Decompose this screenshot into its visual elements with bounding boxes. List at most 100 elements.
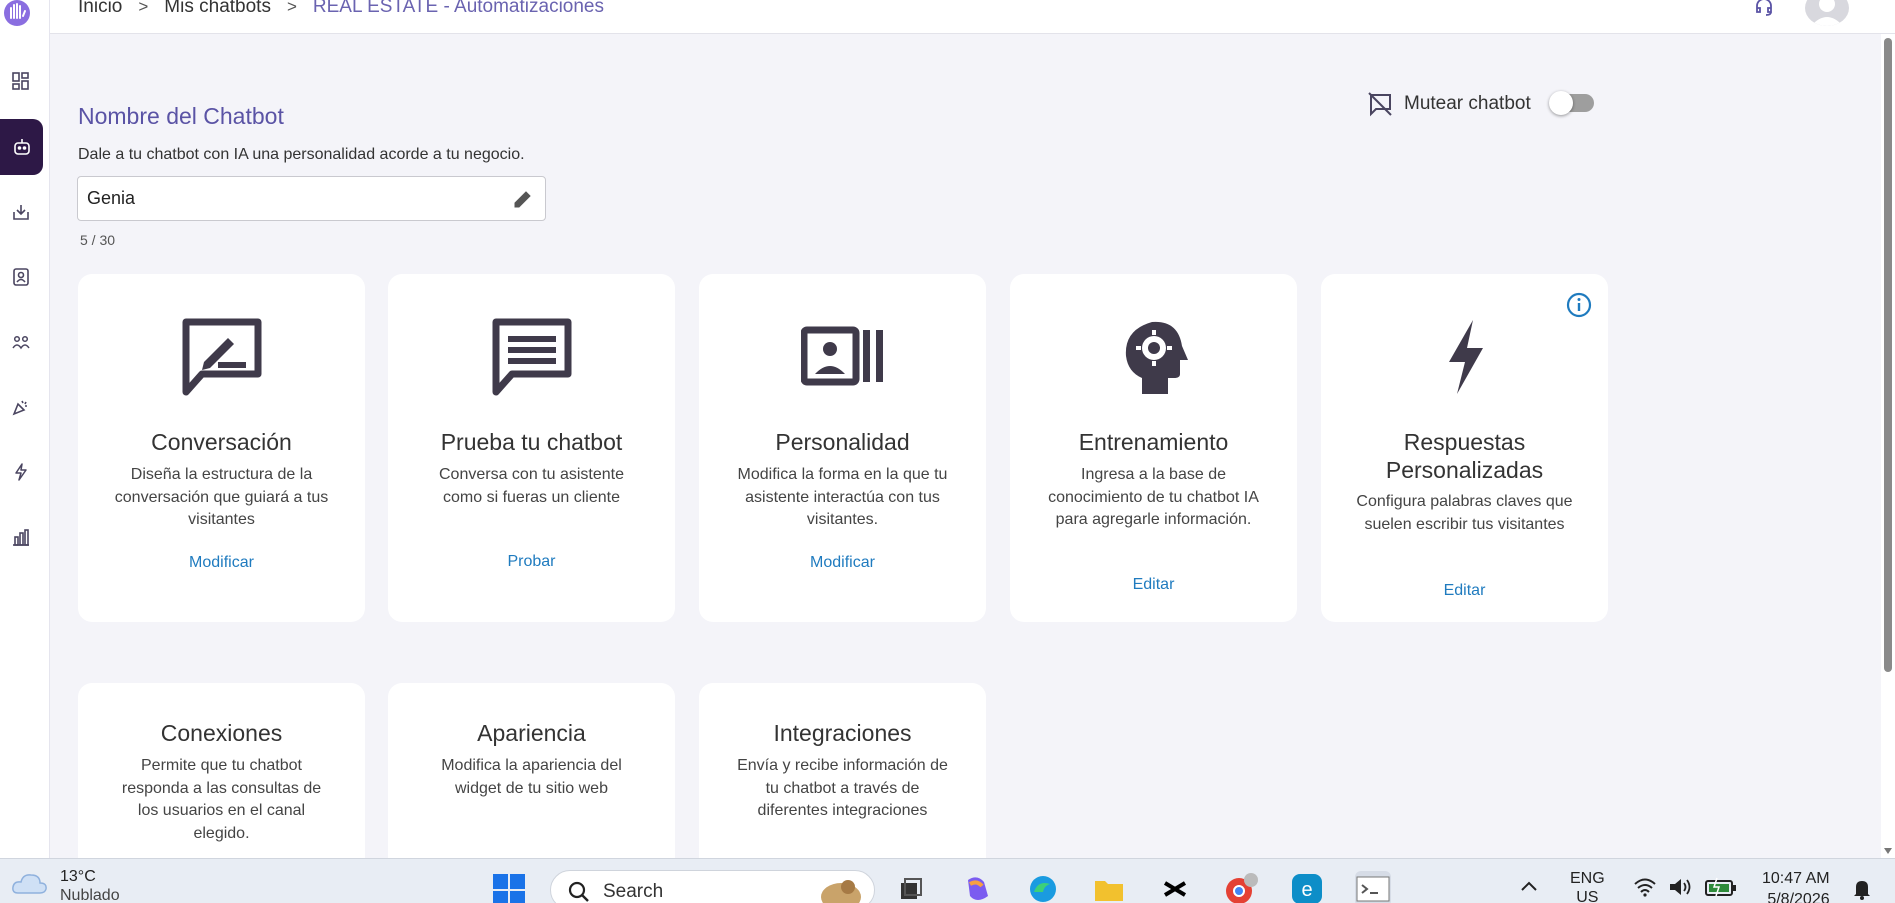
card-entrenamiento[interactable]: Entrenamiento Ingresa a la base de conoc… (1010, 274, 1297, 622)
chat-edit-icon (182, 318, 261, 396)
card-title: Conversación (151, 429, 292, 455)
edit-custom-responses-link[interactable]: Editar (1321, 582, 1608, 600)
card-personalidad[interactable]: Personalidad Modifica la forma en la que… (699, 274, 986, 622)
card-description: Modifica la forma en la que tu asistente… (737, 466, 948, 528)
char-counter: 5 / 30 (80, 232, 116, 248)
dashboard-icon (12, 72, 29, 90)
robot-icon (13, 139, 30, 155)
card-prueba-chatbot[interactable]: Prueba tu chatbot Conversa con tu asiste… (388, 274, 675, 622)
modify-personality-link[interactable]: Modificar (699, 554, 986, 572)
user-avatar[interactable] (1805, 0, 1849, 26)
card-title: Integraciones (773, 720, 912, 746)
chrome-profile-icon[interactable] (1223, 871, 1259, 903)
top-header: Inicio > Mis chatbots > REAL ESTATE - Au… (50, 0, 1895, 34)
card-respuestas-personalizadas[interactable]: Respuestas Personalizadas Configura pala… (1321, 274, 1608, 622)
card-description: Ingresa a la base de conocimiento de tu … (1048, 466, 1259, 528)
weather-widget[interactable]: 13°C Nublado (10, 867, 120, 903)
card-description: Conversa con tu asistente como si fueras… (439, 466, 624, 506)
wifi-icon[interactable] (1633, 877, 1657, 897)
card-description: Diseña la estructura de la conversación … (114, 466, 329, 528)
sidebar-item-inbox[interactable] (0, 184, 42, 240)
breadcrumb-my-chatbots[interactable]: Mis chatbots (164, 0, 271, 18)
weather-condition: Nublado (60, 887, 120, 903)
pencil-edit-icon[interactable] (511, 187, 535, 211)
notification-bell-icon[interactable] (1852, 878, 1872, 900)
card-description: Configura palabras claves que suelen esc… (1356, 493, 1573, 533)
input-language[interactable]: ENG US (1570, 869, 1605, 903)
taskbar-search[interactable]: Search (550, 870, 875, 903)
mute-toggle[interactable] (1549, 91, 1594, 115)
terminal-app-icon[interactable] (1355, 871, 1391, 903)
chatbot-name-input[interactable] (87, 188, 487, 209)
volume-icon[interactable] (1668, 877, 1694, 897)
page-subtitle: Dale a tu chatbot con IA una personalida… (78, 146, 525, 163)
card-apariencia[interactable]: Apariencia Modifica la apariencia del wi… (388, 683, 675, 883)
user-silhouette-icon (1811, 0, 1843, 26)
chatbot-name-field[interactable] (77, 176, 546, 221)
card-title: Prueba tu chatbot (440, 429, 623, 455)
keyboard-layout: US (1576, 889, 1599, 903)
sidebar-item-dashboard[interactable] (0, 53, 42, 109)
task-view-app-icon[interactable] (893, 871, 929, 903)
battery-charging-icon[interactable] (1705, 876, 1737, 898)
edit-training-link[interactable]: Editar (1010, 576, 1297, 594)
card-title: Conexiones (160, 720, 283, 746)
card-description: Envía y recibe información de tu chatbot… (737, 757, 948, 819)
windows-start-icon[interactable] (492, 873, 526, 903)
windows-taskbar: 13°C Nublado Search e ENG US 10:47 AM 5/… (0, 858, 1895, 903)
bar-chart-icon (13, 529, 29, 546)
contact-book-icon (13, 268, 29, 286)
system-clock[interactable]: 10:47 AM 5/8/2026 (1762, 868, 1830, 903)
file-explorer-icon[interactable] (1091, 871, 1127, 903)
sidebar-item-contacts[interactable] (0, 249, 42, 305)
card-title: Apariencia (477, 720, 586, 746)
sidebar (0, 0, 50, 858)
team-icon (12, 335, 30, 350)
party-popper-icon (12, 400, 27, 416)
sidebar-item-team[interactable] (0, 314, 42, 370)
bolt-icon (1448, 320, 1483, 394)
card-title: Respuestas Personalizadas (1385, 429, 1544, 483)
breadcrumb-home[interactable]: Inicio (78, 0, 122, 18)
card-title: Entrenamiento (1078, 429, 1229, 455)
search-icon (568, 881, 589, 902)
chevron-right-icon: > (286, 0, 297, 16)
card-description: Permite que tu chatbot responda a las co… (121, 757, 322, 842)
sidebar-item-campaigns[interactable] (0, 379, 42, 435)
mute-label: Mutear chatbot (1404, 93, 1531, 114)
toggle-knob (1549, 91, 1573, 115)
info-icon[interactable] (1566, 292, 1592, 318)
clock-time: 10:47 AM (1762, 870, 1830, 887)
copilot-app-icon[interactable] (959, 871, 995, 903)
modify-conversation-link[interactable]: Modificar (78, 554, 365, 572)
chat-lines-icon (492, 318, 571, 396)
page-scrollbar[interactable] (1881, 34, 1895, 858)
bolt-icon (15, 463, 27, 481)
card-description: Modifica la apariencia del widget de tu … (441, 757, 622, 797)
brand-hand-logo-icon[interactable] (3, 0, 31, 30)
card-title: Personalidad (775, 429, 910, 455)
inbox-download-icon (13, 205, 29, 220)
weather-temperature: 13°C (60, 868, 96, 885)
card-conexiones[interactable]: Conexiones Permite que tu chatbot respon… (78, 683, 365, 883)
eset-app-icon[interactable]: e (1289, 871, 1325, 903)
edge-browser-icon[interactable] (1025, 871, 1061, 903)
sidebar-item-chatbots[interactable] (0, 119, 43, 175)
profile-card-icon (800, 326, 883, 386)
mute-chatbot-control: Mutear chatbot (1366, 90, 1531, 118)
card-integraciones[interactable]: Integraciones Envía y recibe información… (699, 683, 986, 883)
test-chatbot-link[interactable]: Probar (388, 553, 675, 571)
headset-support-icon[interactable] (1753, 0, 1775, 18)
language-code: ENG (1570, 870, 1605, 887)
page-title: Nombre del Chatbot (78, 103, 284, 129)
scrollbar-thumb[interactable] (1884, 38, 1892, 672)
chevron-up-icon[interactable] (1520, 879, 1538, 893)
search-placeholder: Search (603, 881, 664, 902)
sidebar-item-automations[interactable] (0, 444, 42, 500)
sidebar-item-analytics[interactable] (0, 509, 42, 565)
scroll-down-arrow-icon[interactable] (1884, 848, 1892, 854)
svg-text:e: e (1301, 879, 1312, 901)
capcut-app-icon[interactable] (1157, 871, 1193, 903)
chat-off-icon (1368, 92, 1392, 117)
card-conversacion[interactable]: Conversación Diseña la estructura de la … (78, 274, 365, 622)
